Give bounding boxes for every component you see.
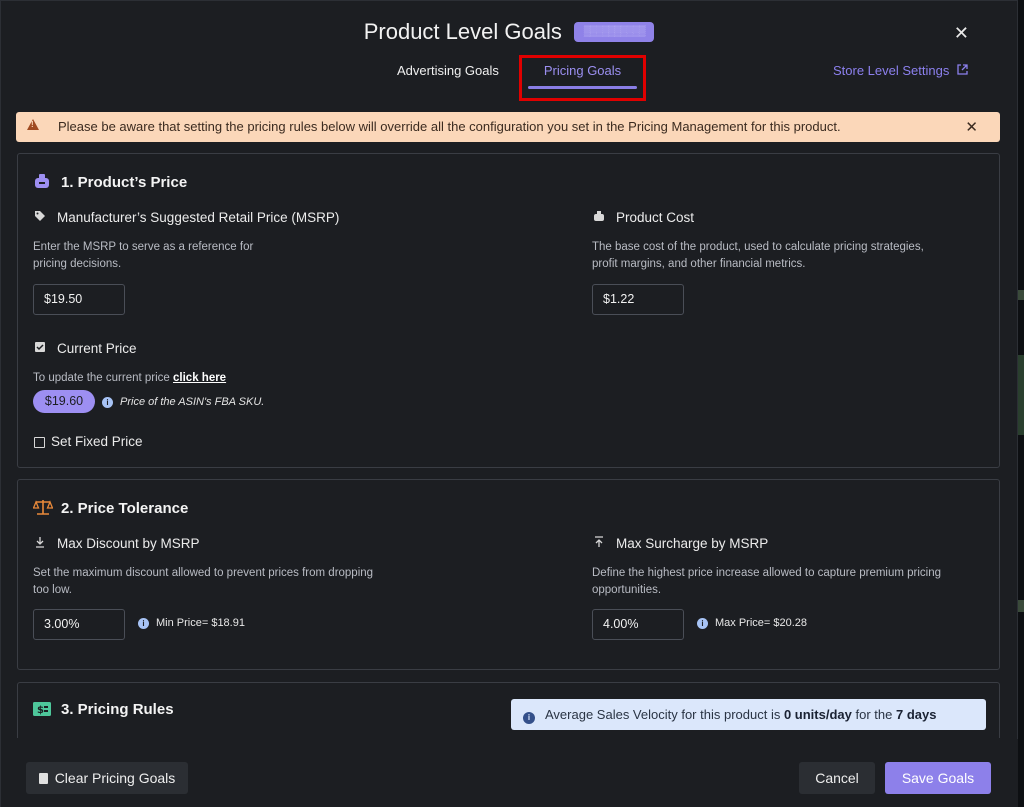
products-price-section: 1. Product’s Price Manufacturer’s Sugges… [17,153,1000,468]
velocity-mid: for the [855,707,893,722]
velocity-days: 7 days [895,707,937,722]
store-level-settings-link[interactable]: Store Level Settings [833,63,968,78]
max-surcharge-help-line1: Define the highest price increase allowe… [592,567,942,579]
price-tolerance-section: 2. Price Tolerance Max Discount by MSRP … [17,479,1000,670]
max-surcharge-help: Define the highest price increase allowe… [592,565,941,599]
money-icon: $ [33,701,51,719]
cancel-button[interactable]: Cancel [799,762,875,794]
fixed-price-checkbox[interactable] [34,437,45,448]
section-title-products-price: 1. Product’s Price [61,174,188,191]
update-price-text: To update the current price click here [33,370,226,387]
max-discount-help: Set the maximum discount allowed to prev… [33,565,373,599]
background-mark [1018,290,1024,300]
msrp-help-line2: pricing decisions. [33,258,122,270]
section-heading: $ 3. Pricing Rules [33,701,174,719]
override-warning-alert: Please be aware that setting the pricing… [16,112,1000,142]
product-cost-help: The base cost of the product, used to ca… [592,239,924,273]
max-price-hint: i Max Price= $20.28 [697,617,807,629]
max-surcharge-label: Max Surcharge by MSRP [592,536,768,551]
warning-icon [27,119,39,130]
section-heading: 1. Product’s Price [33,172,187,191]
background-mark [1018,355,1024,435]
max-discount-help-line2: too low. [33,584,72,596]
close-icon[interactable]: ✕ [954,23,969,44]
arrow-up-icon [592,536,606,551]
section-heading: 2. Price Tolerance [32,498,189,517]
cost-icon [592,210,606,225]
current-price-label-text: Current Price [57,341,137,356]
msrp-help-line1: Enter the MSRP to serve as a reference f… [33,241,254,253]
current-price-label: Current Price [33,341,137,356]
trash-icon [38,773,48,784]
external-link-icon [957,64,968,78]
clear-pricing-goals-button[interactable]: Clear Pricing Goals [26,762,188,794]
price-tag-icon [33,172,51,190]
fba-price-note-text: Price of the ASIN's FBA SKU. [120,396,265,408]
velocity-value: 0 units/day [783,707,852,722]
modal-footer: Clear Pricing Goals Cancel Save Goals [1,739,1019,807]
arrow-down-icon [33,536,47,551]
msrp-help: Enter the MSRP to serve as a reference f… [33,239,253,273]
alert-close-icon[interactable]: ✕ [965,118,978,136]
product-badge: ▒▒▒▒▒▒▒▒▒▒ [574,22,655,42]
section-title-pricing-rules: 3. Pricing Rules [61,701,174,718]
fba-price-note: i Price of the ASIN's FBA SKU. [102,396,264,408]
background-mark [1018,600,1024,612]
goals-scroll-area[interactable]: 1. Product’s Price Manufacturer’s Sugges… [16,151,1001,738]
tag-icon [33,210,47,225]
velocity-prefix: Average Sales Velocity for this product … [545,707,781,722]
product-cost-help-line2: profit margins, and other financial metr… [592,258,806,270]
tab-bar: Advertising Goals Pricing Goals Store Le… [1,55,1017,101]
min-price-text: Min Price= $18.91 [156,617,245,629]
msrp-label: Manufacturer’s Suggested Retail Price (M… [33,210,339,225]
fixed-price-label[interactable]: Set Fixed Price [51,434,143,449]
svg-text:$: $ [37,705,44,716]
update-price-prefix: To update the current price [33,372,170,384]
min-price-hint: i Min Price= $18.91 [138,617,245,629]
product-cost-label-text: Product Cost [616,210,695,225]
product-cost-help-line1: The base cost of the product, used to ca… [592,241,924,253]
msrp-input[interactable]: $19.50 [33,284,125,315]
click-here-link[interactable]: click here [173,372,226,384]
current-price-pill: $19.60 [33,390,95,413]
pricing-rules-section: $ 3. Pricing Rules i Average Sales Veloci… [17,682,1000,738]
section-title-price-tolerance: 2. Price Tolerance [61,500,189,517]
sales-velocity-info: i Average Sales Velocity for this product… [511,699,986,730]
max-surcharge-label-text: Max Surcharge by MSRP [616,536,769,551]
info-icon: i [697,618,708,629]
max-price-text: Max Price= $20.28 [715,617,808,629]
clear-pricing-goals-label: Clear Pricing Goals [54,770,176,786]
alert-message: Please be aware that setting the pricing… [58,119,841,134]
max-discount-label: Max Discount by MSRP [33,536,200,551]
scale-icon [32,498,54,516]
product-cost-input[interactable]: $1.22 [592,284,684,315]
active-tab-indicator [528,86,637,89]
tab-pricing-goals-label: Pricing Goals [543,63,622,78]
info-icon: i [102,397,113,408]
max-discount-help-line1: Set the maximum discount allowed to prev… [33,567,374,579]
max-discount-input[interactable]: 3.00% [33,609,125,640]
max-discount-label-text: Max Discount by MSRP [57,536,200,551]
info-icon: i [138,618,149,629]
page-title: Product Level Goals [363,19,562,44]
product-goals-modal: Product Level Goals ▒▒▒▒▒▒▒▒▒▒ ✕ Adverti… [0,0,1019,807]
tab-advertising-goals[interactable]: Advertising Goals [397,63,499,78]
max-surcharge-help-line2: opportunities. [592,584,662,596]
title-row: Product Level Goals ▒▒▒▒▒▒▒▒▒▒ [1,19,1017,45]
info-icon: i [523,712,535,724]
product-cost-label: Product Cost [592,210,694,225]
save-goals-button[interactable]: Save Goals [885,762,991,794]
tab-pricing-goals[interactable]: Pricing Goals [519,55,646,101]
store-level-settings-label: Store Level Settings [833,63,950,78]
checklist-icon [33,341,47,356]
max-surcharge-input[interactable]: 4.00% [592,609,684,640]
background-page-edge [1018,0,1024,807]
msrp-label-text: Manufacturer’s Suggested Retail Price (M… [57,210,340,225]
